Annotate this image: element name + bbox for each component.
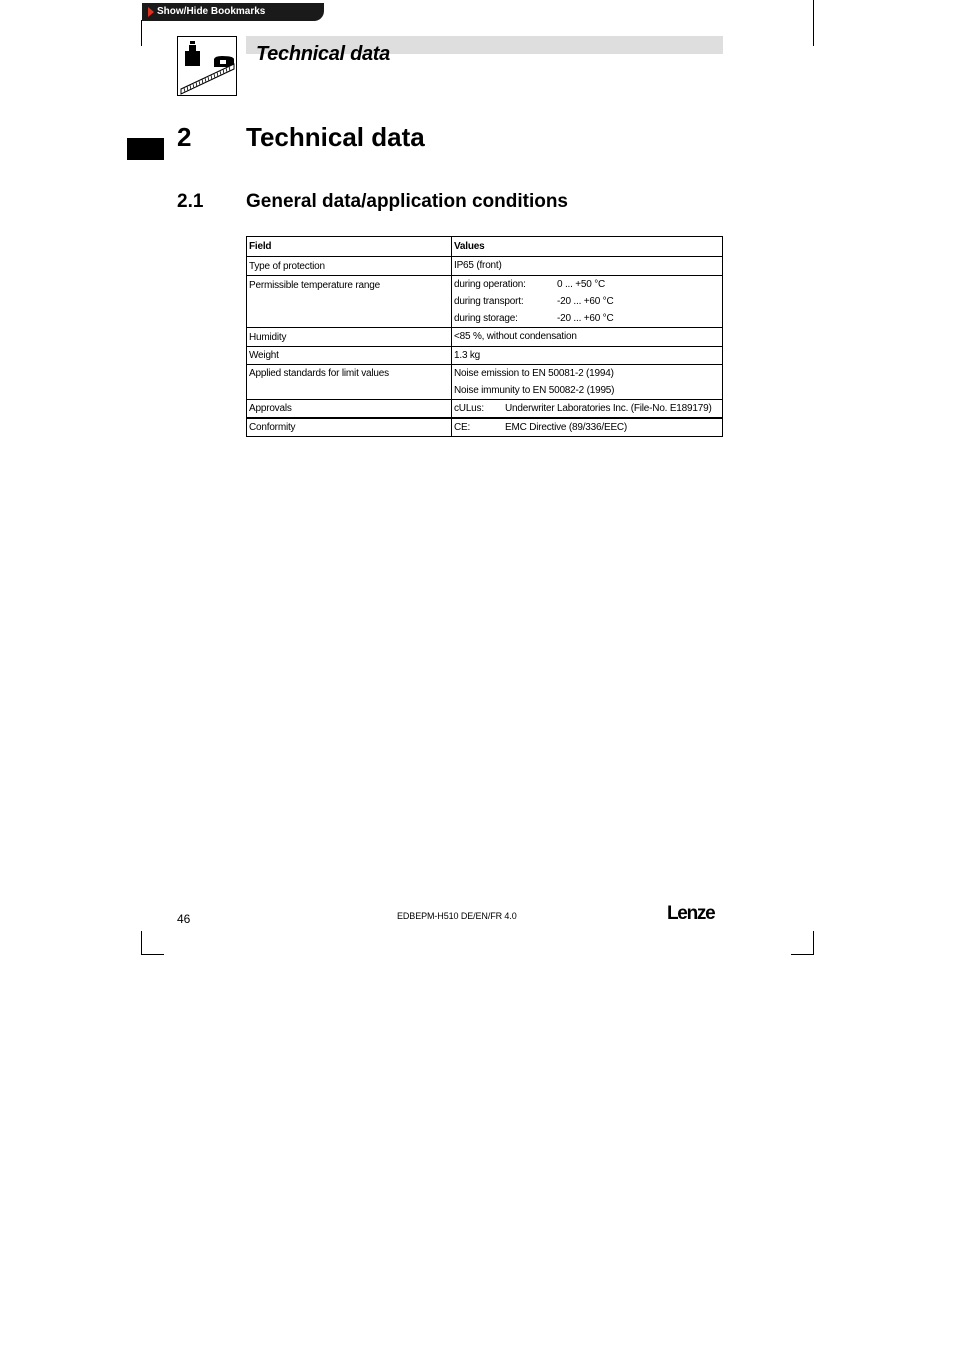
table-row: Weight 1.3 kg <box>246 346 723 365</box>
value-cell: during operation: 0 ... +50 °C during tr… <box>451 275 723 328</box>
table-row: Approvals cULus: Underwriter Laboratorie… <box>246 399 723 419</box>
value-cell: Noise emission to EN 50081-2 (1994) Nois… <box>451 364 723 400</box>
document-id: EDBEPM-H510 DE/EN/FR 4.0 <box>397 911 517 921</box>
column-header-field: Field <box>246 236 452 257</box>
field-cell: Type of protection <box>246 256 452 276</box>
sub-value: -20 ... +60 °C <box>557 313 614 324</box>
table-row: Type of protection IP65 (front) <box>246 256 723 276</box>
value-cell: <85 %, without condensation <box>451 327 723 347</box>
table-row: Humidity <85 %, without condensation <box>246 327 723 347</box>
chapter-marker <box>127 138 164 160</box>
field-cell: Approvals <box>246 399 452 419</box>
sub-label: cULus: <box>454 403 484 414</box>
chapter-title: Technical data <box>246 122 425 152</box>
column-header-values: Values <box>451 236 723 257</box>
crop-mark-bottom-right-h <box>791 954 814 955</box>
crop-mark-top-right <box>813 0 814 46</box>
field-cell: Applied standards for limit values <box>246 364 452 400</box>
weight-ruler-icon <box>177 36 237 96</box>
crop-mark-bottom-left-h <box>141 954 164 955</box>
field-cell: Conformity <box>246 417 452 437</box>
table-header-row: Field Values <box>246 236 723 257</box>
value-cell: IP65 (front) <box>451 256 723 276</box>
conformity-entry: CE: EMC Directive (89/336/EEC) <box>454 419 720 436</box>
field-cell: Humidity <box>246 327 452 347</box>
table-row: Conformity CE: EMC Directive (89/336/EEC… <box>246 417 723 437</box>
lenze-logo: Lenze <box>667 903 716 924</box>
sub-value: 0 ... +50 °C <box>557 279 606 290</box>
sub-label: during storage: <box>454 313 518 324</box>
show-hide-bookmarks-button[interactable]: Show/Hide Bookmarks <box>142 3 324 21</box>
bookmarks-label: Show/Hide Bookmarks <box>157 6 266 17</box>
technical-data-table: Field Values Type of protection IP65 (fr… <box>246 236 723 437</box>
table-row: Applied standards for limit values Noise… <box>246 364 723 400</box>
sub-value: Underwriter Laboratories Inc. (File-No. … <box>505 403 712 414</box>
approvals-entry: cULus: Underwriter Laboratories Inc. (Fi… <box>454 400 720 417</box>
section-title: General data/application conditions <box>246 191 568 212</box>
value-cell: cULus: Underwriter Laboratories Inc. (Fi… <box>451 399 723 419</box>
field-cell: Weight <box>246 346 452 365</box>
value-cell: CE: EMC Directive (89/336/EEC) <box>451 417 723 437</box>
triangle-right-icon <box>148 7 154 17</box>
temperature-storage: during storage: -20 ... +60 °C <box>454 310 720 327</box>
sub-value: EMC Directive (89/336/EEC) <box>505 422 628 433</box>
temperature-transport: during transport: -20 ... +60 °C <box>454 293 720 310</box>
value-cell: 1.3 kg <box>451 346 723 365</box>
temperature-operation: during operation: 0 ... +50 °C <box>454 276 720 293</box>
crop-mark-top-left <box>141 20 142 46</box>
running-header-title: Technical data <box>256 43 390 65</box>
table-row: Permissible temperature range during ope… <box>246 275 723 328</box>
field-cell: Permissible temperature range <box>246 275 452 328</box>
sub-label: during operation: <box>454 279 526 290</box>
standards-line-1: Noise emission to EN 50081-2 (1994) <box>454 368 614 379</box>
page-number: 46 <box>177 912 191 926</box>
standards-line-2: Noise immunity to EN 50082-2 (1995) <box>454 385 615 396</box>
section-number: 2.1 <box>177 191 204 212</box>
sub-label: during transport: <box>454 296 524 307</box>
sub-label: CE: <box>454 422 471 433</box>
crop-mark-bottom-left-v <box>141 931 142 954</box>
chapter-number: 2 <box>177 122 192 152</box>
crop-mark-bottom-right-v <box>813 931 814 954</box>
sub-value: -20 ... +60 °C <box>557 296 614 307</box>
